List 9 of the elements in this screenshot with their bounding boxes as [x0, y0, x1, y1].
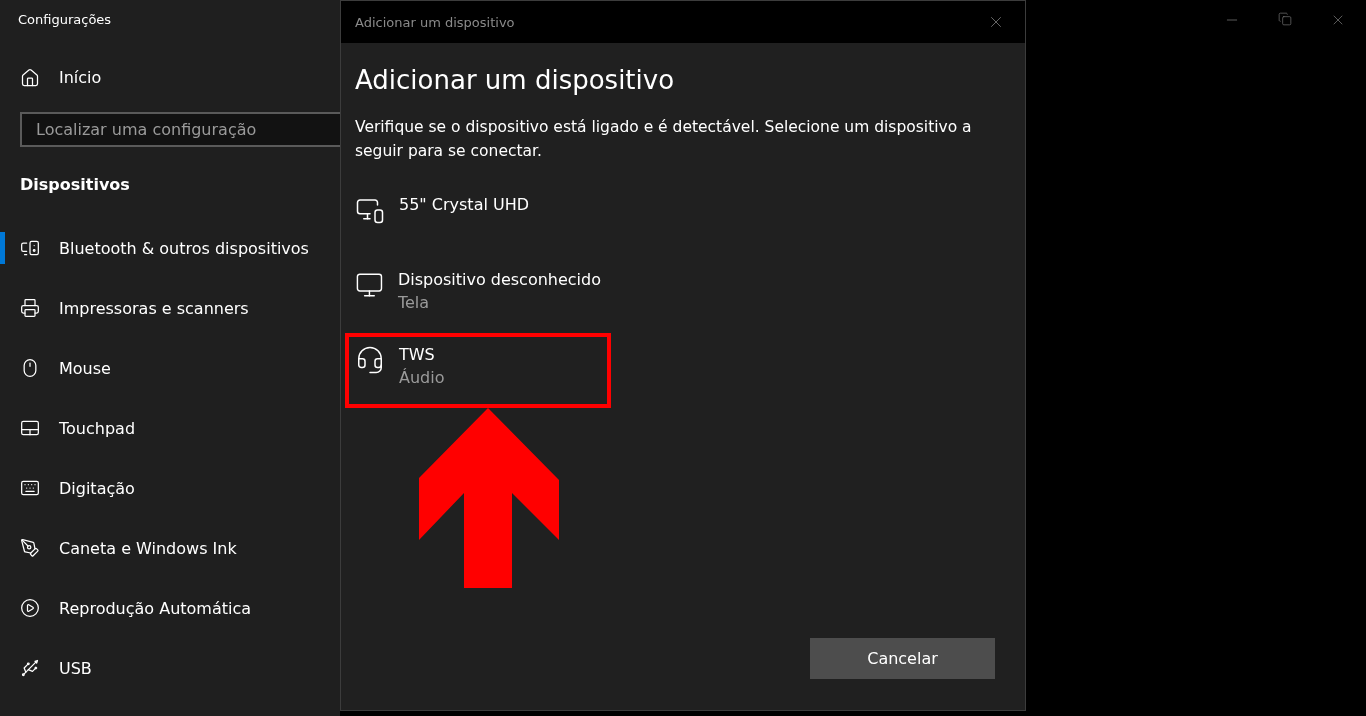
device-type: Áudio	[399, 368, 445, 387]
app-title: Configurações	[17, 11, 113, 29]
device-type: Tela	[397, 293, 431, 312]
device-name: TWS	[399, 345, 436, 364]
section-heading: Dispositivos	[19, 174, 131, 194]
dialog-heading: Adicionar um dispositivo	[355, 65, 676, 95]
device-name: Dispositivo desconhecido	[397, 270, 601, 289]
device-name: 55" Crystal UHD	[399, 195, 530, 214]
dialog-title: Adicionar um dispositivo	[355, 14, 515, 30]
